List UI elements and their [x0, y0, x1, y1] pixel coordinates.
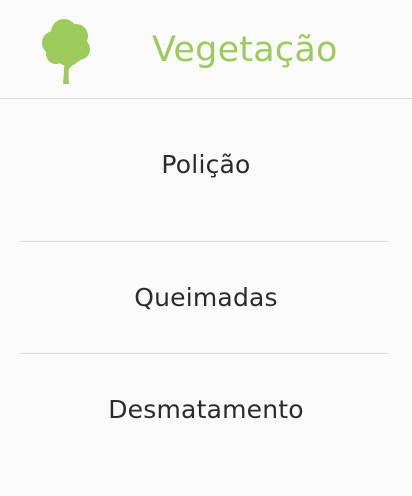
menu-item-label: Queimadas: [134, 282, 278, 312]
menu-item-label: Polição: [161, 150, 251, 179]
menu-item-label: Desmatamento: [108, 394, 304, 424]
menu-item-polution[interactable]: Polição: [0, 99, 412, 241]
category-menu: Polição Queimadas Desmatamento: [0, 99, 412, 465]
menu-item-desmatamento[interactable]: Desmatamento: [0, 354, 412, 465]
page-title: Vegetação: [152, 30, 338, 70]
menu-item-queimadas[interactable]: Queimadas: [0, 242, 412, 353]
tree-icon: [42, 19, 90, 84]
app-screen: Vegetação Polição Queimadas Desmatamento: [0, 0, 412, 496]
app-header: Vegetação: [0, 0, 412, 99]
